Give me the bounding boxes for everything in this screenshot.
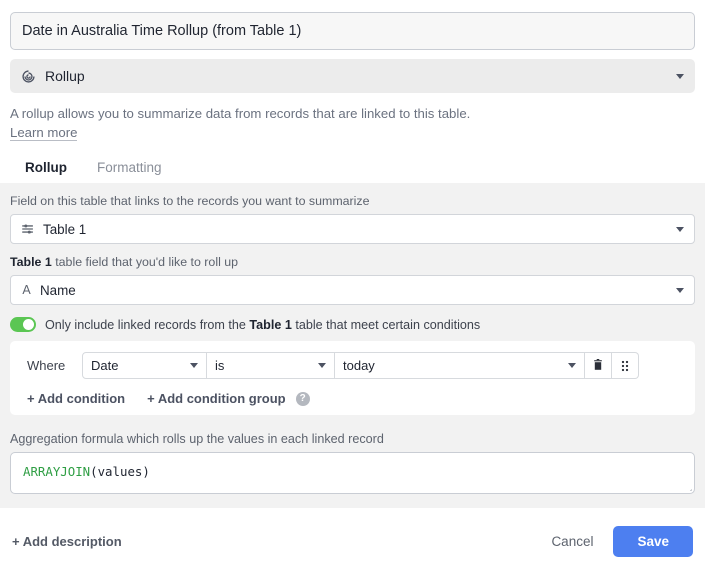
- add-condition-group-button[interactable]: + Add condition group: [147, 391, 286, 406]
- condition-value: today: [343, 358, 375, 373]
- field-type-select[interactable]: Rollup: [10, 59, 695, 93]
- chevron-down-icon: [318, 363, 326, 368]
- trash-icon: [592, 359, 604, 372]
- link-field-icon: [21, 222, 35, 236]
- chevron-down-icon: [676, 287, 684, 293]
- add-description-button[interactable]: + Add description: [12, 534, 122, 549]
- toggle-text-after: table that meet certain conditions: [291, 317, 481, 332]
- learn-more-link[interactable]: Learn more: [10, 125, 78, 141]
- drag-condition-handle[interactable]: [612, 352, 639, 379]
- chevron-down-icon: [190, 363, 198, 368]
- rollup-field-caption: Table 1 table field that you'd like to r…: [10, 255, 695, 269]
- condition-where-label: Where: [27, 358, 66, 373]
- formula-input[interactable]: ARRAYJOIN(values): [10, 452, 695, 494]
- field-type-description: A rollup allows you to summarize data fr…: [10, 104, 480, 142]
- condition-operator-select[interactable]: is: [207, 352, 335, 379]
- conditions-toggle-label: Only include linked records from the Tab…: [45, 318, 480, 332]
- editor-header: Rollup A rollup allows you to summarize …: [0, 0, 705, 142]
- conditions-toggle-row: Only include linked records from the Tab…: [10, 317, 695, 332]
- cancel-button[interactable]: Cancel: [537, 528, 607, 555]
- rollup-field-caption-rest: table field that you'd like to roll up: [51, 255, 239, 269]
- link-field-value: Table 1: [43, 221, 87, 237]
- tab-formatting[interactable]: Formatting: [82, 154, 177, 183]
- resize-handle[interactable]: [680, 479, 692, 491]
- toggle-knob: [23, 319, 34, 330]
- field-name-input[interactable]: [10, 12, 695, 50]
- description-text: A rollup allows you to summarize data fr…: [10, 106, 471, 121]
- rollup-field-caption-table: Table 1: [10, 255, 52, 269]
- delete-condition-button[interactable]: [585, 352, 612, 379]
- chevron-down-icon: [568, 363, 576, 368]
- condition-operator-value: is: [215, 358, 225, 373]
- drag-handle-icon: [620, 360, 630, 372]
- chevron-down-icon: [676, 226, 684, 232]
- formula-function-name: ARRAYJOIN: [23, 464, 91, 479]
- rollup-field-select[interactable]: A Name: [10, 275, 695, 305]
- tab-rollup[interactable]: Rollup: [10, 154, 82, 183]
- footer-actions: Cancel Save: [537, 525, 693, 557]
- conditions-card: Where Date is today + Add condition + Ad…: [10, 341, 695, 415]
- text-field-icon: A: [22, 283, 31, 297]
- field-type-label: Rollup: [45, 68, 85, 84]
- chevron-down-icon: [676, 73, 684, 79]
- add-condition-button[interactable]: + Add condition: [27, 391, 125, 406]
- condition-field-select[interactable]: Date: [82, 352, 207, 379]
- condition-value-select[interactable]: today: [335, 352, 585, 379]
- condition-field-value: Date: [91, 358, 119, 373]
- formula-args: (values): [90, 464, 150, 479]
- save-button[interactable]: Save: [613, 525, 693, 557]
- rollup-field-value: Name: [40, 282, 76, 298]
- toggle-text-before: Only include linked records from the: [45, 317, 250, 332]
- spiral-icon: [21, 69, 36, 84]
- formula-caption: Aggregation formula which rolls up the v…: [10, 432, 384, 446]
- rollup-field-editor: Rollup A rollup allows you to summarize …: [0, 0, 705, 566]
- condition-row: Where Date is today: [20, 352, 685, 379]
- rollup-settings-body: Field on this table that links to the re…: [0, 183, 705, 508]
- help-icon[interactable]: ?: [295, 391, 310, 406]
- link-field-select[interactable]: Table 1: [10, 214, 695, 244]
- editor-tabs: Rollup Formatting: [0, 154, 705, 183]
- conditions-toggle[interactable]: [10, 317, 36, 332]
- editor-footer: + Add description Cancel Save: [0, 516, 705, 566]
- link-field-caption: Field on this table that links to the re…: [10, 194, 370, 208]
- condition-actions: + Add condition + Add condition group ?: [20, 391, 685, 406]
- toggle-text-table: Table 1: [249, 317, 292, 332]
